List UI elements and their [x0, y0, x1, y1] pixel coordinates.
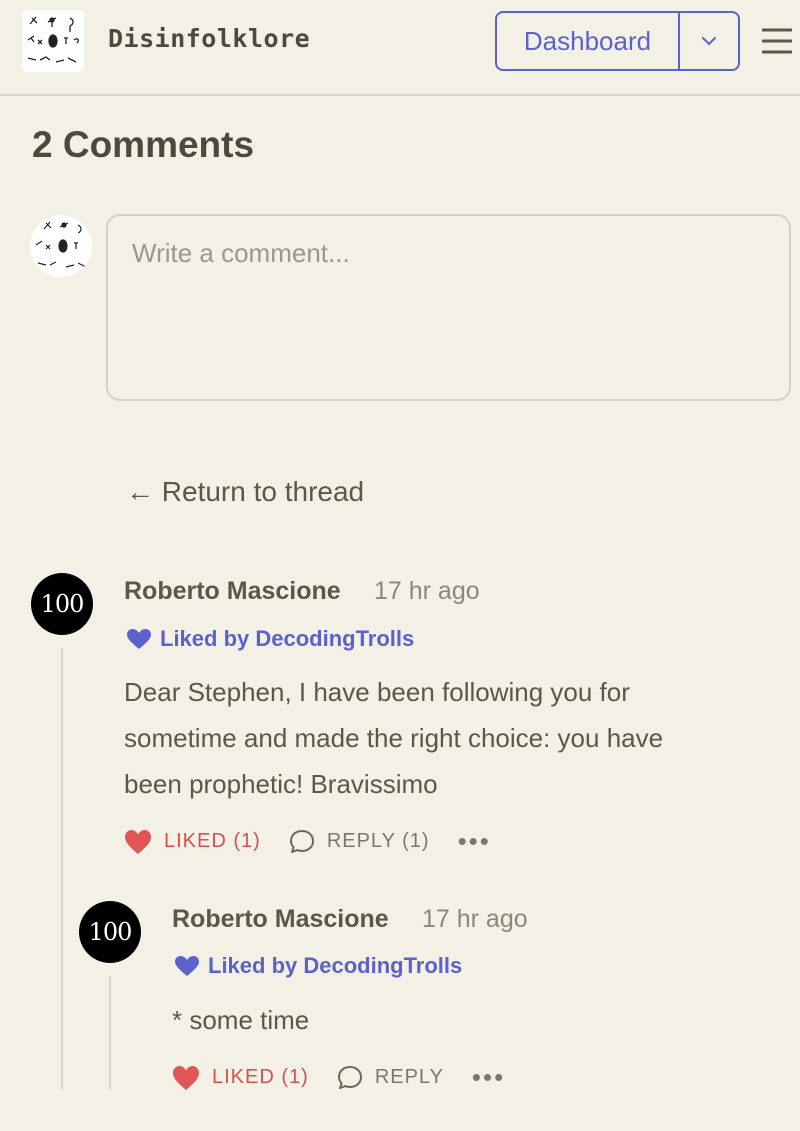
top-bar: Disinfolklore Dashboard: [0, 0, 800, 96]
speech-bubble-icon: [289, 829, 314, 853]
more-icon[interactable]: •••: [458, 826, 491, 857]
return-to-thread-link[interactable]: ← Return to thread: [126, 476, 364, 508]
comment-actions: LIKED (1) REPLY •••: [172, 1062, 505, 1093]
heart-icon: [127, 629, 151, 649]
comment-body: Dear Stephen, I have been following you …: [124, 669, 663, 807]
liked-by-line: Liked by DecodingTrolls: [174, 953, 462, 979]
dashboard-dropdown-button[interactable]: [680, 13, 738, 69]
comment-author[interactable]: Roberto Mascione: [124, 577, 341, 606]
comment-actions: LIKED (1) REPLY (1) •••: [124, 826, 491, 857]
comments-count-heading: 2 Comments: [32, 124, 255, 165]
comment-body-line: sometime and made the right choice: you …: [124, 723, 664, 753]
heart-icon: [173, 1065, 199, 1090]
chevron-down-icon: [702, 37, 716, 46]
more-icon[interactable]: •••: [472, 1062, 505, 1093]
commenter-avatar[interactable]: 100: [79, 901, 141, 963]
thread-line[interactable]: [61, 648, 63, 1090]
reply-label: REPLY (1): [326, 830, 430, 852]
comment-body: * some time: [172, 997, 309, 1043]
dashboard-split-button: Dashboard: [495, 11, 740, 71]
publication-name[interactable]: Disinfolklore: [108, 24, 310, 53]
like-label: LIKED (1): [212, 1066, 309, 1088]
liked-by-text[interactable]: Liked by DecodingTrolls: [208, 953, 462, 979]
like-button[interactable]: LIKED (1): [124, 829, 261, 855]
thread-line[interactable]: [109, 976, 111, 1090]
like-label: LIKED (1): [164, 830, 261, 852]
publication-logo-icon[interactable]: [22, 10, 84, 72]
like-button[interactable]: LIKED (1): [172, 1065, 309, 1091]
liked-by-text[interactable]: Liked by DecodingTrolls: [160, 626, 414, 652]
hamburger-menu-icon[interactable]: [762, 28, 792, 54]
comment-body-line: been prophetic! Bravissimo: [124, 769, 438, 799]
heart-icon: [175, 956, 199, 976]
comment-timestamp[interactable]: 17 hr ago: [422, 905, 528, 934]
comment-input[interactable]: [106, 214, 791, 401]
reply-button[interactable]: REPLY (1): [289, 829, 430, 855]
comment-timestamp[interactable]: 17 hr ago: [374, 577, 480, 606]
reply-label: REPLY: [374, 1066, 444, 1088]
comment-body-line: Dear Stephen, I have been following you …: [124, 677, 630, 707]
liked-by-line: Liked by DecodingTrolls: [126, 626, 414, 652]
comment-author[interactable]: Roberto Mascione: [172, 905, 389, 934]
heart-icon: [125, 829, 151, 854]
commenter-avatar[interactable]: 100: [31, 573, 93, 635]
dashboard-button[interactable]: Dashboard: [497, 13, 680, 69]
reply-button[interactable]: REPLY: [337, 1065, 444, 1091]
user-avatar: [30, 215, 92, 277]
comment-body-line: * some time: [172, 1005, 310, 1035]
speech-bubble-icon: [337, 1065, 362, 1089]
